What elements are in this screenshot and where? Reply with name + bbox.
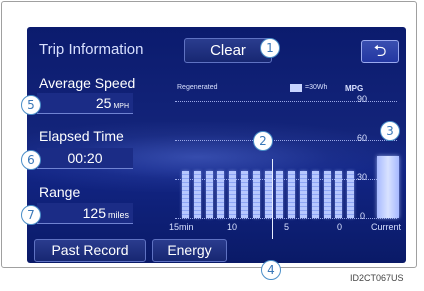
mpg-bar	[229, 171, 237, 218]
mpg-bar	[205, 171, 213, 218]
mpg-bar	[323, 171, 331, 218]
mpg-bar	[193, 171, 201, 218]
mpg-bar	[252, 171, 260, 218]
mpg-bar	[182, 171, 189, 218]
mpg-bar	[241, 171, 248, 218]
callout-marker-3: 3	[380, 121, 400, 141]
mpg-bar	[311, 171, 319, 218]
mpg-bar	[276, 171, 284, 218]
callout-marker-7: 7	[21, 205, 41, 225]
trip-information-screen: Trip Information Clear ⮌ Average Speed 2…	[27, 27, 406, 263]
mpg-bar-chart	[27, 27, 406, 263]
x-tick-15min: 15min	[169, 222, 194, 232]
callout-marker-6: 6	[21, 150, 41, 170]
leader-line-4	[272, 159, 273, 239]
callout-marker-4: 4	[261, 260, 281, 280]
x-tick-0: 0	[337, 222, 343, 232]
mpg-bar	[335, 171, 343, 218]
mpg-bar	[264, 171, 272, 218]
mpg-bar	[347, 171, 355, 218]
image-id-label: ID2CT067US	[350, 273, 404, 283]
x-tick-5: 5	[284, 222, 290, 232]
callout-marker-2: 2	[253, 131, 273, 151]
current-mpg-bar	[377, 155, 399, 218]
x-tick-10: 10	[227, 222, 238, 232]
mpg-bar	[288, 171, 296, 218]
callout-marker-5: 5	[21, 95, 41, 115]
mpg-bar	[300, 171, 307, 218]
current-label: Current	[371, 222, 402, 232]
callout-marker-1: 1	[260, 38, 280, 58]
mpg-bar	[217, 171, 225, 218]
